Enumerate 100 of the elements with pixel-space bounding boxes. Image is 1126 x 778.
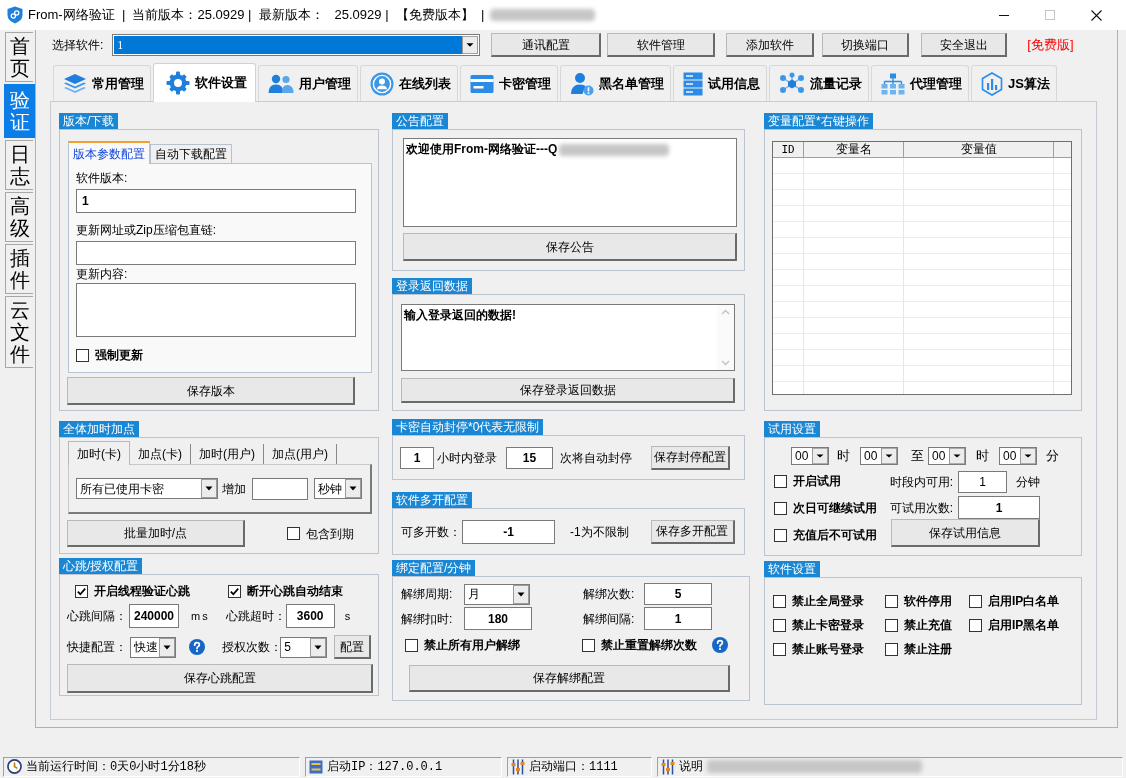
input-field[interactable]	[76, 241, 356, 265]
dropdown-arrow-icon[interactable]	[812, 448, 828, 464]
dropdown[interactable]: 00	[860, 447, 898, 465]
input-field[interactable]: 1	[644, 607, 712, 630]
dropdown-arrow-icon[interactable]	[462, 36, 479, 54]
dropdown[interactable]: 所有已使用卡密	[76, 478, 218, 499]
checkbox[interactable]	[774, 474, 787, 488]
field-label: 解绑间隔:	[583, 610, 636, 628]
checkbox[interactable]	[582, 638, 595, 652]
tab[interactable]: 常用管理	[53, 65, 151, 101]
input-field[interactable]: 240000	[129, 604, 179, 628]
tab[interactable]: 黑名单管理	[560, 65, 671, 101]
tab[interactable]: 版本参数配置	[68, 141, 150, 164]
checkbox[interactable]	[773, 594, 786, 608]
dropdown-arrow-icon[interactable]	[1020, 448, 1036, 464]
checkbox[interactable]	[76, 348, 89, 362]
dropdown[interactable]: 00	[999, 447, 1037, 465]
tab[interactable]: 流量记录	[769, 65, 869, 101]
dropdown[interactable]: 秒钟	[314, 478, 362, 499]
dropdown[interactable]: 00	[791, 447, 829, 465]
tab[interactable]: JS算法	[971, 65, 1057, 101]
tab[interactable]: 加时(用户)	[191, 444, 264, 464]
input-field[interactable]: -1	[462, 519, 555, 544]
status-text: 当前运行时间：0天0小时1分18秒	[26, 758, 206, 776]
dropdown[interactable]: 00	[928, 447, 966, 465]
checkbox[interactable]	[773, 618, 786, 632]
help-icon[interactable]	[189, 639, 206, 655]
batch-button[interactable]: 批量加时/点	[67, 520, 245, 547]
dropdown-arrow-icon[interactable]	[513, 584, 529, 604]
save-button[interactable]: 保存封停配置	[651, 445, 730, 470]
toolbar-button[interactable]: 添加软件	[726, 33, 815, 57]
help-icon[interactable]	[712, 637, 728, 653]
checkbox[interactable]	[773, 642, 786, 656]
input-field[interactable]: 1	[958, 496, 1040, 519]
software-dropdown[interactable]: 1	[112, 34, 481, 56]
checkbox[interactable]	[774, 528, 787, 542]
toolbar-button[interactable]: 通讯配置	[491, 33, 602, 57]
input-field[interactable]: 180	[464, 607, 532, 630]
text-area[interactable]: 输入登录返回的数据!	[401, 304, 735, 371]
dropdown-arrow-icon[interactable]	[309, 637, 326, 657]
dropdown-arrow-icon[interactable]	[345, 479, 361, 498]
save-button[interactable]: 保存版本	[67, 377, 355, 405]
input-field[interactable]: 15	[506, 446, 553, 469]
dropdown[interactable]: 快速	[130, 636, 177, 658]
save-button[interactable]: 保存解绑配置	[409, 665, 730, 692]
dropdown-arrow-icon[interactable]	[949, 448, 965, 464]
checkbox-label: 禁止所有用户解绑	[424, 638, 520, 652]
save-button[interactable]: 保存心跳配置	[67, 664, 373, 693]
side-tab[interactable]: 首页	[5, 32, 33, 82]
dropdown[interactable]: 月	[464, 583, 530, 605]
checkbox[interactable]	[885, 618, 898, 632]
checkbox[interactable]	[885, 642, 898, 656]
checkbox[interactable]	[774, 501, 787, 515]
side-tab[interactable]: 日志	[5, 140, 33, 190]
tab[interactable]: 加点(用户)	[264, 444, 337, 464]
tab[interactable]: 加点(卡)	[130, 444, 191, 464]
input-field[interactable]: 5	[644, 583, 712, 605]
tab[interactable]: 代理管理	[871, 65, 969, 101]
save-button[interactable]: 保存登录返回数据	[401, 378, 735, 403]
tab[interactable]: 试用信息	[673, 65, 767, 101]
config-button[interactable]: 配置	[333, 635, 371, 659]
side-tab[interactable]: 云文件	[5, 296, 33, 368]
toolbar-button[interactable]: 切换端口	[822, 33, 910, 57]
toolbar-button[interactable]: 软件管理	[607, 33, 716, 57]
unit-label: s	[344, 608, 351, 624]
input-field[interactable]: 1	[400, 446, 434, 469]
toolbar-button[interactable]: 安全退出	[921, 33, 1008, 57]
column-header[interactable]: 变量值	[904, 142, 1054, 158]
dropdown-arrow-icon[interactable]	[159, 637, 176, 657]
save-button[interactable]: 保存公告	[403, 233, 737, 261]
input-field[interactable]: 1	[76, 189, 356, 213]
tab[interactable]: 自动下载配置	[150, 144, 232, 163]
save-button[interactable]: 保存多开配置	[650, 519, 735, 544]
tab[interactable]: 用户管理	[258, 65, 358, 101]
input-field[interactable]: 1	[958, 471, 1007, 493]
text-area[interactable]: 欢迎使用From-网络验证---Q	[403, 138, 737, 227]
checkbox[interactable]	[969, 618, 982, 632]
dropdown-arrow-icon[interactable]	[201, 479, 217, 498]
tab[interactable]: 加时(卡)	[68, 441, 130, 465]
checkbox[interactable]	[405, 638, 418, 652]
column-header[interactable]: 变量名	[804, 142, 904, 158]
dropdown-arrow-icon[interactable]	[881, 448, 897, 464]
side-tab[interactable]: 插件	[5, 244, 33, 294]
column-header[interactable]: ID	[773, 142, 804, 158]
input-field[interactable]: 3600	[285, 604, 335, 628]
checkbox[interactable]	[75, 584, 88, 598]
input-field[interactable]	[252, 477, 308, 500]
tab[interactable]: 在线列表	[360, 65, 458, 101]
hexagon-chart-icon	[981, 71, 1003, 96]
dropdown[interactable]: 5	[280, 636, 327, 658]
save-button[interactable]: 保存试用信息	[891, 519, 1040, 547]
tab[interactable]: 卡密管理	[460, 65, 558, 101]
checkbox[interactable]	[228, 584, 241, 598]
side-tab[interactable]: 高级	[5, 192, 33, 242]
checkbox[interactable]	[287, 527, 300, 540]
checkbox[interactable]	[969, 594, 982, 608]
side-tab[interactable]: 验证	[4, 84, 35, 138]
checkbox[interactable]	[885, 594, 898, 608]
text-area[interactable]	[76, 283, 356, 337]
tab[interactable]: 软件设置	[153, 63, 256, 102]
